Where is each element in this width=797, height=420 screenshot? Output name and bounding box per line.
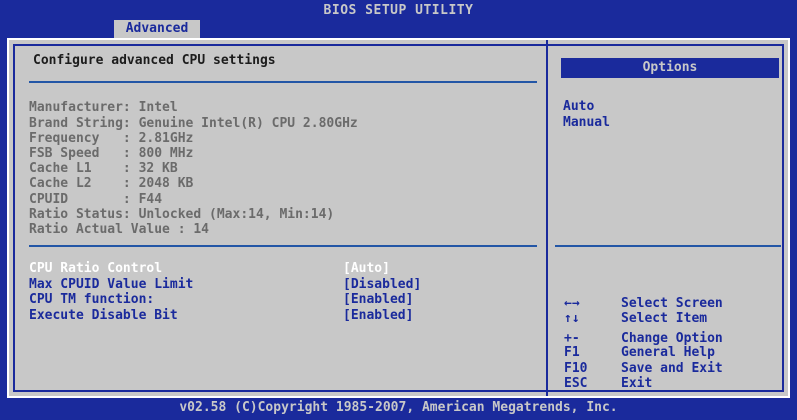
help-general-help: General Help: [621, 345, 715, 360]
help-key-f1: F1: [564, 345, 580, 360]
setting-label-max-cpuid[interactable]: Max CPUID Value Limit: [29, 277, 193, 292]
bios-title: BIOS SETUP UTILITY: [323, 3, 474, 18]
options-header: Options: [561, 58, 779, 78]
info-cpuid: CPUID : F44: [29, 192, 163, 207]
option-auto[interactable]: Auto: [563, 99, 594, 114]
help-select-item: Select Item: [621, 311, 708, 326]
tab-advanced[interactable]: Advanced: [114, 20, 200, 38]
info-brand-string: Brand String: Genuine Intel(R) CPU 2.80G…: [29, 116, 358, 131]
setting-value-cpu-ratio[interactable]: [Auto]: [343, 261, 390, 276]
setting-label-cpu-tm[interactable]: CPU TM function:: [29, 292, 154, 307]
info-ratio-status: Ratio Status: Unlocked (Max:14, Min:14): [29, 207, 335, 222]
panel-divider: [546, 40, 548, 396]
help-select-screen: Select Screen: [621, 296, 723, 311]
heading-divider: [29, 81, 537, 83]
info-ratio-actual: Ratio Actual Value : 14: [29, 222, 210, 237]
setting-value-execute-disable[interactable]: [Enabled]: [343, 308, 413, 323]
settings-divider: [29, 245, 537, 247]
options-divider: [555, 245, 781, 247]
info-fsb-speed: FSB Speed : 800 MHz: [29, 146, 194, 161]
info-frequency: Frequency : 2.81GHz: [29, 131, 194, 146]
setting-value-max-cpuid[interactable]: [Disabled]: [343, 277, 421, 292]
arrows-lr-icon: ←→: [564, 296, 580, 311]
setting-label-execute-disable[interactable]: Execute Disable Bit: [29, 308, 178, 323]
arrows-ud-icon: ↑↓: [564, 311, 580, 326]
info-cache-l1: Cache L1 : 32 KB: [29, 161, 178, 176]
help-key-plusminus: +-: [564, 331, 580, 346]
help-save-exit: Save and Exit: [621, 361, 723, 376]
main-frame: Configure advanced CPU settings Manufact…: [7, 38, 790, 398]
info-cache-l2: Cache L2 : 2048 KB: [29, 176, 194, 191]
help-key-f10: F10: [564, 361, 588, 376]
help-change-option: Change Option: [621, 331, 723, 346]
copyright-footer: v02.58 (C)Copyright 1985-2007, American …: [179, 400, 618, 415]
help-key-esc: ESC: [564, 376, 588, 391]
info-manufacturer: Manufacturer: Intel: [29, 100, 178, 115]
help-exit: Exit: [621, 376, 653, 391]
title-bar: BIOS SETUP UTILITY Advanced: [0, 0, 797, 38]
setting-label-cpu-ratio[interactable]: CPU Ratio Control: [29, 261, 162, 276]
setting-value-cpu-tm[interactable]: [Enabled]: [343, 292, 413, 307]
section-heading: Configure advanced CPU settings: [33, 53, 276, 68]
option-manual[interactable]: Manual: [563, 115, 610, 130]
